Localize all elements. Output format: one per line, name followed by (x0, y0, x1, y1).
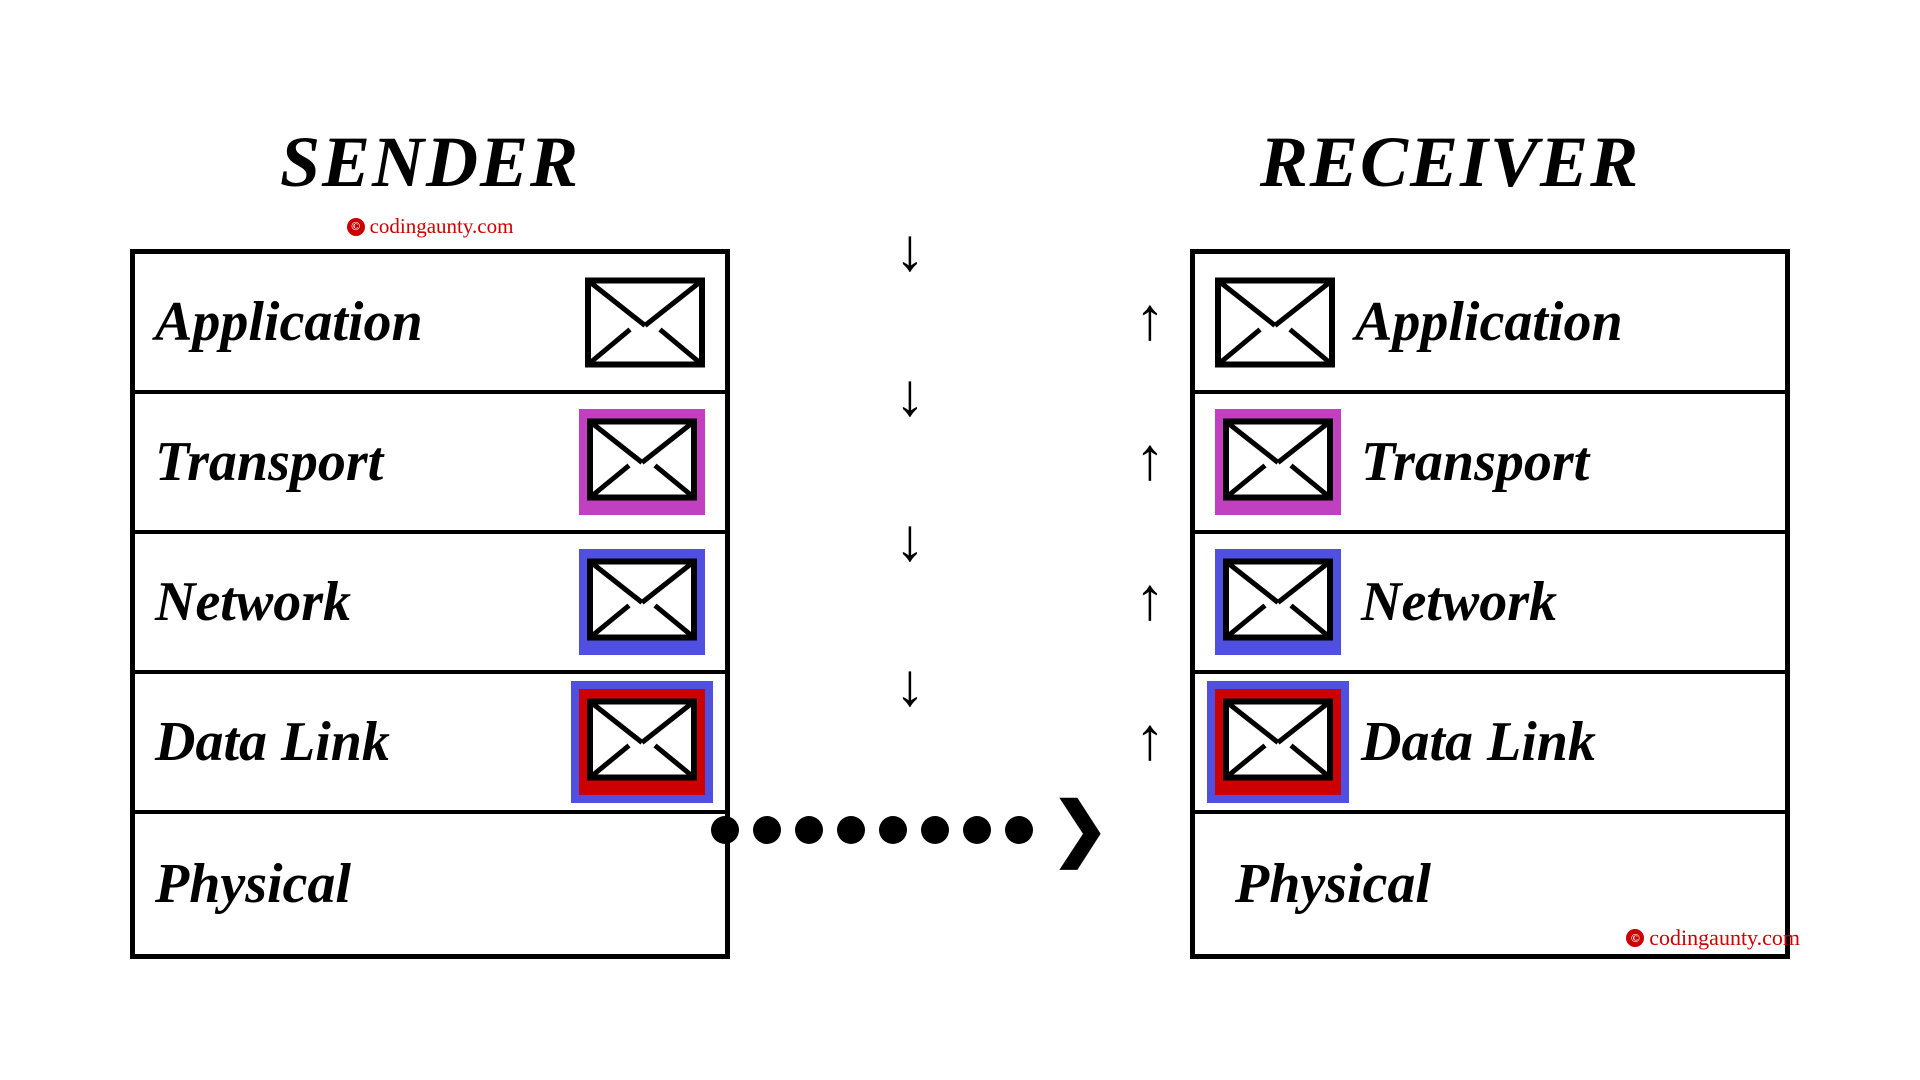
dot-4 (837, 816, 865, 844)
middle-area: ↓ ↓ ↓ ↓ ❯ (730, 180, 1090, 900)
envelope-datalink-sender-icon (587, 697, 697, 782)
receiver-physical-label: Physical (1215, 852, 1765, 916)
receiver-stack: Application T (1190, 249, 1790, 959)
envelope-network-receiver-icon (1223, 557, 1333, 642)
envelope-application-sender-icon (585, 275, 705, 370)
receiver-datalink-row: Data Link (1195, 674, 1785, 814)
copyright-icon: © (347, 218, 365, 236)
dot-7 (963, 816, 991, 844)
receiver-with-arrows: ↑ ↑ ↑ ↑ Application (1110, 249, 1790, 959)
receiver-network-row: Network (1195, 534, 1785, 674)
sender-stack: Application Transport (130, 249, 730, 959)
watermark-bottom: © codingaunty.com (1626, 925, 1800, 951)
sender-watermark-text: codingaunty.com (370, 214, 514, 239)
envelope-application-receiver-icon (1215, 275, 1335, 370)
envelope-transport-sender-icon (587, 417, 697, 502)
dot-2 (753, 816, 781, 844)
dot-5 (879, 816, 907, 844)
receiver-transport-row: Transport (1195, 394, 1785, 534)
dot-8 (1005, 816, 1033, 844)
arrow-datalink: ↓ (895, 615, 925, 755)
sender-physical-row: Physical (135, 814, 725, 954)
arrow-up-network: ↑ (1135, 565, 1165, 634)
sender-title: SENDER (280, 121, 580, 204)
arrow-application: ↓ (895, 180, 925, 320)
receiver-datalink-label: Data Link (1341, 710, 1765, 774)
receiver-datalink-envelope (1215, 689, 1341, 795)
sender-transport-row: Transport (135, 394, 725, 534)
sender-network-envelope (579, 549, 705, 655)
sender-watermark: © codingaunty.com (347, 214, 514, 239)
dot-1 (711, 816, 739, 844)
sender-application-label: Application (155, 290, 585, 354)
dot-3 (795, 816, 823, 844)
arrow-network: ↓ (895, 470, 925, 610)
sender-title-area: SENDER © codingaunty.com (280, 121, 580, 243)
copyright-bottom-icon: © (1626, 929, 1644, 947)
arrow-transport: ↓ (895, 325, 925, 465)
sender-physical-label: Physical (155, 852, 705, 916)
sender-network-row: Network (135, 534, 725, 674)
sender-application-row: Application (135, 254, 725, 394)
physical-transmission: ❯ (711, 760, 1110, 900)
main-diagram: SENDER © codingaunty.com Application (110, 121, 1810, 959)
sender-datalink-label: Data Link (155, 710, 579, 774)
receiver-up-arrows: ↑ ↑ ↑ ↑ (1110, 249, 1190, 959)
receiver-side: RECEIVER ↑ ↑ ↑ ↑ (1110, 121, 1790, 959)
receiver-network-envelope (1215, 549, 1341, 655)
receiver-network-label: Network (1341, 570, 1765, 634)
arrow-down-application: ↓ (895, 220, 925, 280)
receiver-application-envelope (1215, 275, 1335, 370)
diagram-container: SENDER © codingaunty.com Application (110, 121, 1810, 959)
envelope-network-sender-icon (587, 557, 697, 642)
arrow-up-application: ↑ (1135, 285, 1165, 354)
watermark-bottom-text: codingaunty.com (1649, 925, 1800, 951)
envelope-datalink-receiver-icon (1223, 697, 1333, 782)
receiver-transport-label: Transport (1341, 430, 1765, 494)
receiver-transport-envelope (1215, 409, 1341, 515)
sender-datalink-envelope (579, 689, 705, 795)
arrow-up-datalink: ↑ (1135, 705, 1165, 774)
sender-transport-label: Transport (155, 430, 579, 494)
sender-application-envelope (585, 275, 705, 370)
arrow-up-transport: ↑ (1135, 425, 1165, 494)
sender-side: SENDER © codingaunty.com Application (130, 121, 730, 959)
arrow-down-network: ↓ (895, 510, 925, 570)
sender-datalink-row: Data Link (135, 674, 725, 814)
receiver-application-label: Application (1335, 290, 1765, 354)
sender-network-label: Network (155, 570, 579, 634)
middle-area-receiver (1090, 180, 1110, 900)
receiver-title-area: RECEIVER (1260, 121, 1640, 243)
dot-6 (921, 816, 949, 844)
arrow-down-datalink: ↓ (895, 655, 925, 715)
sender-transport-envelope (579, 409, 705, 515)
arrow-down-transport: ↓ (895, 365, 925, 425)
envelope-transport-receiver-icon (1223, 417, 1333, 502)
receiver-title: RECEIVER (1260, 121, 1640, 204)
receiver-application-row: Application (1195, 254, 1785, 394)
